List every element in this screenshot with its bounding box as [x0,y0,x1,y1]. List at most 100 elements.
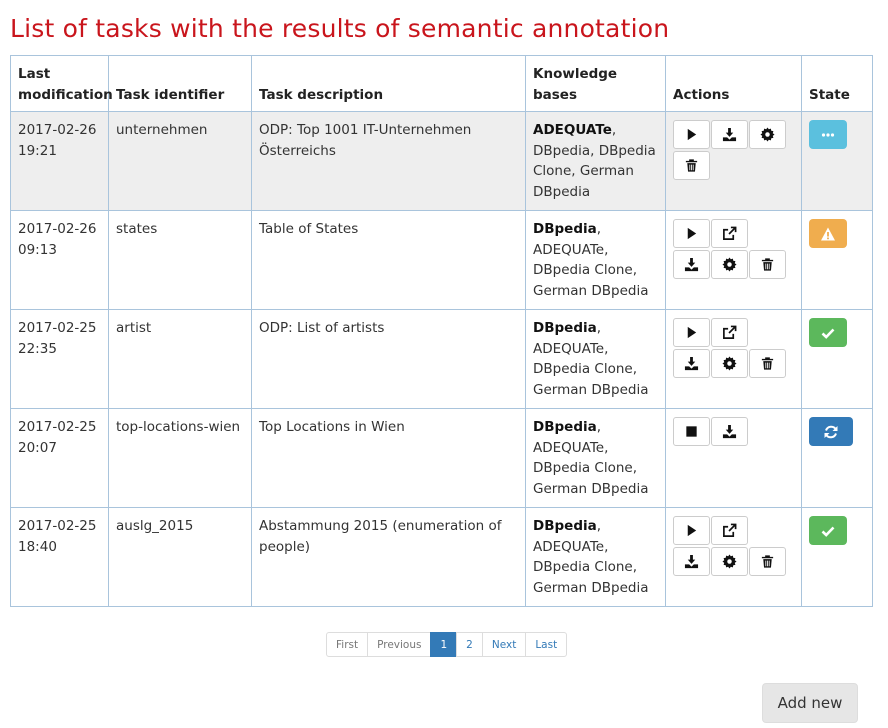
page-title: List of tasks with the results of semant… [10,14,670,43]
description-cell: ODP: List of artists [251,309,526,409]
actions-cell [665,210,802,310]
pagination-previous[interactable]: Previous [367,632,432,657]
pagination: First Previous 1 2 Next Last [326,632,568,657]
time-text: 20:07 [18,439,57,456]
download-button[interactable] [673,250,710,279]
modified-cell: 2017-02-26 19:21 [10,111,109,211]
description-cell: Table of States [251,210,526,310]
trash-icon [761,555,774,568]
modified-cell: 2017-02-25 18:40 [10,507,109,607]
gear-icon [722,356,737,371]
delete-button[interactable] [749,349,786,378]
actions-cell [665,111,802,211]
time-text: 09:13 [18,241,57,258]
warning-icon [821,227,835,240]
knowledge-bases-cell: DBpedia, ADEQUATe, DBpedia Clone, German… [525,507,666,607]
delete-button[interactable] [673,151,710,180]
state-processing-button[interactable] [809,417,853,446]
table-row: 2017-02-26 19:21 unternehmen ODP: Top 100… [10,111,873,211]
external-link-icon [723,325,737,339]
description-cell: Top Locations in Wien [251,408,526,508]
description-cell: Abstammung 2015 (enumeration of people) [251,507,526,607]
primary-knowledge-base: DBpedia [533,419,597,435]
stop-button[interactable] [673,417,710,446]
column-header-description: Task description [251,55,526,112]
date-text: 2017-02-25 [18,518,97,534]
date-text: 2017-02-26 [18,122,97,138]
download-icon [684,257,699,272]
open-external-button[interactable] [711,219,748,248]
download-button[interactable] [673,349,710,378]
knowledge-bases-cell: DBpedia, ADEQUATe, DBpedia Clone, German… [525,408,666,508]
knowledge-bases-cell: DBpedia, ADEQUATe, DBpedia Clone, German… [525,309,666,409]
delete-button[interactable] [749,250,786,279]
primary-knowledge-base: ADEQUATe [533,122,612,138]
state-running-button[interactable] [809,120,847,149]
run-button[interactable] [673,318,710,347]
column-header-modified: Last modification [10,55,113,112]
pagination-page-2[interactable]: 2 [456,632,483,657]
column-header-actions: Actions [665,55,802,112]
play-icon [687,128,697,141]
delete-button[interactable] [749,547,786,576]
pagination-first[interactable]: First [326,632,369,657]
run-button[interactable] [673,120,710,149]
primary-knowledge-base: DBpedia [533,518,597,534]
check-icon [821,526,835,537]
download-icon [684,554,699,569]
pagination-last[interactable]: Last [525,632,568,657]
modified-cell: 2017-02-25 20:07 [10,408,109,508]
ellipsis-icon [821,132,835,137]
run-button[interactable] [673,516,710,545]
refresh-icon [824,425,838,438]
pagination-page-1[interactable]: 1 [430,632,458,657]
download-icon [722,424,737,439]
download-button[interactable] [673,547,710,576]
state-cell [801,408,873,508]
state-warning-button[interactable] [809,219,847,248]
trash-icon [761,258,774,271]
run-button[interactable] [673,219,710,248]
actions-cell [665,309,802,409]
time-text: 19:21 [18,142,57,159]
primary-knowledge-base: DBpedia [533,320,597,336]
trash-icon [685,159,698,172]
state-cell [801,210,873,310]
date-text: 2017-02-25 [18,320,97,336]
state-cell [801,507,873,607]
knowledge-bases-cell: ADEQUATe, DBpedia, DBpedia Clone, German… [525,111,666,211]
actions-cell [665,408,802,508]
actions-cell [665,507,802,607]
download-button[interactable] [711,120,748,149]
settings-button[interactable] [711,250,748,279]
pagination-next[interactable]: Next [481,632,527,657]
time-text: 18:40 [18,538,57,555]
add-new-button[interactable]: Add new [762,683,858,723]
gear-icon [722,554,737,569]
download-button[interactable] [711,417,748,446]
modified-cell: 2017-02-26 09:13 [10,210,109,310]
gear-icon [760,127,775,142]
table-row: 2017-02-25 20:07 top-locations-wien Top L… [10,408,873,508]
settings-button[interactable] [749,120,786,149]
play-icon [687,227,697,240]
date-text: 2017-02-26 [18,221,97,237]
settings-button[interactable] [711,547,748,576]
identifier-cell: artist [108,309,252,409]
date-text: 2017-02-25 [18,419,97,435]
open-external-button[interactable] [711,318,748,347]
state-success-button[interactable] [809,516,847,545]
table-row: 2017-02-25 18:40 auslg_2015 Abstammung 20… [10,507,873,607]
tasks-table: Last modification Task identifier Task d… [10,55,873,607]
external-link-icon [723,523,737,537]
play-icon [687,524,697,537]
play-icon [687,326,697,339]
identifier-cell: states [108,210,252,310]
trash-icon [761,357,774,370]
identifier-cell: unternehmen [108,111,252,211]
external-link-icon [723,226,737,240]
state-success-button[interactable] [809,318,847,347]
settings-button[interactable] [711,349,748,378]
open-external-button[interactable] [711,516,748,545]
table-row: 2017-02-25 22:35 artist ODP: List of arti… [10,309,873,409]
